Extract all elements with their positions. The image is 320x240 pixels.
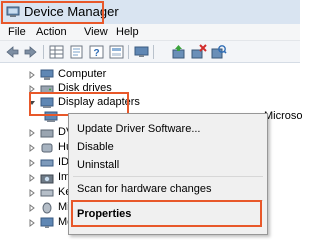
menu-view[interactable]: View (84, 26, 108, 38)
menu-item-disable[interactable]: Disable (77, 141, 114, 153)
action-sheet-icon[interactable] (108, 44, 125, 60)
monitor-icon (40, 217, 54, 228)
title-highlight-box (1, 1, 104, 24)
toolbar-separator (43, 45, 44, 59)
mouse-icon (42, 202, 52, 214)
tree-item-label: Computer (58, 68, 107, 80)
expand-arrow-icon[interactable] (28, 144, 36, 152)
scan-hardware-icon[interactable] (210, 44, 227, 60)
keyboard-icon (40, 189, 54, 197)
camera-icon (40, 174, 54, 184)
expand-arrow-icon[interactable] (28, 174, 36, 182)
toolbar: ? (0, 41, 300, 63)
uninstall-icon[interactable] (190, 44, 207, 60)
properties-grid-icon[interactable] (48, 44, 65, 60)
expand-arrow-icon[interactable] (28, 219, 36, 227)
menu-item-scan-hardware[interactable]: Scan for hardware changes (77, 183, 212, 195)
expand-arrow-icon[interactable] (28, 204, 36, 212)
tree-child-label: Microso (264, 110, 303, 122)
menu-item-uninstall[interactable]: Uninstall (77, 159, 119, 171)
expand-arrow-icon[interactable] (28, 71, 36, 79)
toolbar-separator (128, 45, 129, 59)
forward-icon[interactable] (22, 44, 39, 60)
expand-arrow-icon[interactable] (28, 189, 36, 197)
ide-controller-icon (40, 159, 54, 167)
expand-arrow-icon[interactable] (28, 159, 36, 167)
monitor-icon[interactable] (133, 44, 150, 60)
hid-icon (41, 143, 53, 153)
menu-item-update-driver[interactable]: Update Driver Software... (77, 123, 201, 135)
expand-arrow-icon[interactable] (28, 129, 36, 137)
svg-text:?: ? (93, 48, 99, 59)
menu-bar: File Action View Help (0, 24, 300, 41)
menu-action[interactable]: Action (36, 26, 67, 38)
computer-icon (40, 69, 54, 80)
back-icon[interactable] (4, 44, 21, 60)
update-driver-icon[interactable] (170, 44, 187, 60)
menu-help[interactable]: Help (116, 26, 139, 38)
toolbar-separator (153, 45, 154, 59)
help-icon[interactable]: ? (88, 44, 105, 60)
properties-sheet-icon[interactable] (68, 44, 85, 60)
menu-separator (73, 176, 263, 177)
properties-highlight-box (71, 200, 262, 227)
dvd-drive-icon (40, 129, 54, 138)
menu-file[interactable]: File (8, 26, 26, 38)
